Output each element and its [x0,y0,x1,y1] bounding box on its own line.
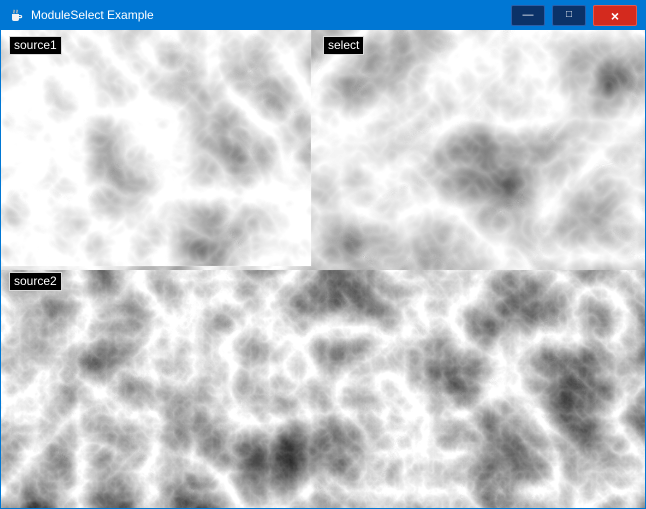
source2-noise-layer [1,270,645,508]
minimize-button[interactable]: — [511,5,545,26]
minimize-icon: — [523,10,534,21]
window-title: ModuleSelect Example [31,1,154,30]
app-icon [8,8,24,24]
select-label: select [323,36,364,55]
maximize-icon: □ [566,10,572,20]
source2-label: source2 [9,272,62,291]
maximize-button[interactable]: □ [552,5,586,26]
close-button[interactable]: × [593,5,637,26]
render-canvas: source1 select source2 [1,30,645,508]
window-controls: — □ × [511,5,637,26]
close-icon: × [611,9,619,23]
source1-label: source1 [9,36,62,55]
app-window: ModuleSelect Example — □ × [0,0,646,509]
source1-noise-layer [1,30,311,266]
noise-canvas [1,30,645,508]
